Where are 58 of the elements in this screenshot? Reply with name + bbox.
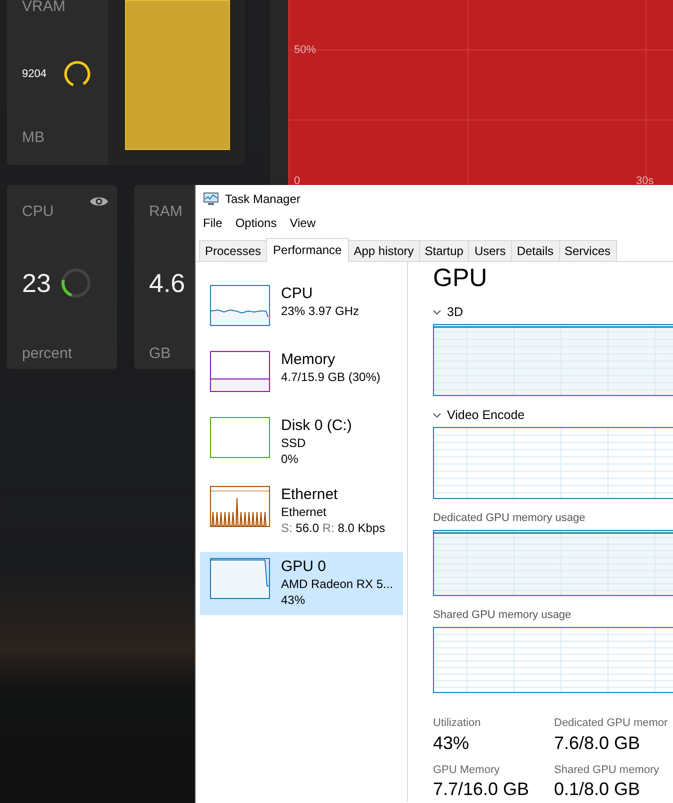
stat-label: Utilization [433,716,482,731]
stat-label: Shared GPU memory [554,762,660,778]
vram-value: 9204 [22,66,46,82]
resource-detail: 23% 3.97 GHz [281,303,360,319]
tab[interactable]: App history [348,240,420,261]
stat-label: GPU Memory [433,762,501,778]
vram-unit: MB [22,128,46,148]
tab[interactable]: Processes [199,240,268,261]
resource-name: Ethernet [281,486,339,504]
stat-label: Dedicated GPU memor [554,716,669,731]
metric-label: RAM [149,202,182,222]
tab[interactable]: Users [468,240,512,261]
monitor-icon [203,192,219,206]
metric-value: 4.6 [149,266,186,300]
graph-label: Shared GPU memory usage [433,608,572,623]
section-heading: GPU [433,263,488,293]
graph-label: Dedicated GPU memory usage [433,510,586,526]
stat-value: 0.1/8.0 GB [554,778,642,800]
resource-item[interactable]: Memory 4.7/15.9 GB (30%) [200,348,403,401]
tab[interactable]: Performance [266,238,349,262]
menu-item[interactable]: File [203,214,222,232]
vram-label: VRAM [22,0,66,14]
tab[interactable]: Details [510,240,560,261]
resource-name: CPU [281,285,314,303]
window-title: Task Manager [225,190,300,208]
metric-value: 23 [22,266,51,300]
chevron-icon[interactable] [433,412,441,418]
axis-label: 50% [294,43,316,58]
metric-label: CPU [22,202,54,222]
resource-item[interactable]: GPU 0 AMD Radeon RX 5... 43% [200,552,403,615]
metric-unit: percent [22,344,72,364]
rate-text: S: 56.0 R: 8.0 Kbps [281,520,386,536]
stat-value: 43% [433,732,470,754]
menu-item[interactable]: Options [235,214,277,232]
resource-name: Memory [281,351,336,369]
resource-item[interactable]: Ethernet Ethernet S: 56.0 R: 8.0 Kbps [200,483,403,539]
axis-label: 30s [636,174,654,189]
gauge-icon [58,266,93,300]
resource-name: Disk 0 (C:) [281,417,352,435]
graph-label: 3D [447,304,463,321]
resource-detail: SSD [281,435,307,451]
graph-label: Video Encode [447,406,525,424]
stat-value: 7.7/16.0 GB [433,778,530,800]
metric-unit: GB [149,344,171,364]
resource-detail: 0% [281,451,300,467]
axis-label: 0 [294,174,300,189]
resource-detail: 4.7/15.9 GB (30%) [281,369,380,385]
resource-detail: Ethernet [281,504,328,520]
stat-value: 7.6/8.0 GB [554,732,642,754]
tab[interactable]: Services [558,240,617,261]
resource-name: GPU 0 [281,558,328,576]
resource-detail: 43% [281,592,306,608]
resource-item[interactable]: Disk 0 (C:) SSD 0% [200,414,403,470]
resource-detail: AMD Radeon RX 5... [281,576,394,592]
resource-item[interactable]: CPU 23% 3.97 GHz [200,282,403,335]
tab[interactable]: Startup [418,240,470,261]
menu-item[interactable]: View [290,214,316,232]
chevron-icon[interactable] [433,310,441,314]
